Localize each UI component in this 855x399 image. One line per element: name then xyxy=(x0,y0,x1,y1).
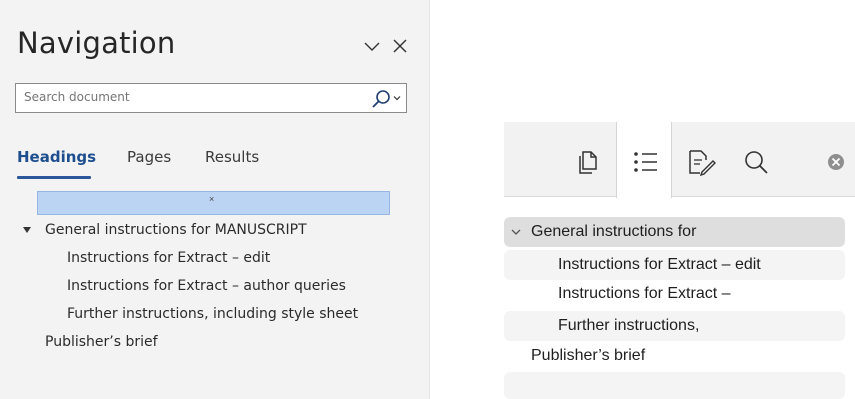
tool-close[interactable] xyxy=(804,122,855,197)
heading-label: Publisher’s brief xyxy=(45,334,158,350)
tab-headings[interactable]: Headings xyxy=(17,148,96,166)
navigation-pane: Navigation Headings Pages Results × Gene… xyxy=(0,0,430,399)
sidebar-heading-extract-queries[interactable]: Instructions for Extract – xyxy=(504,279,845,309)
tab-pages[interactable]: Pages xyxy=(127,148,171,166)
document-edit-icon xyxy=(689,150,716,176)
search-icon[interactable] xyxy=(370,88,392,110)
sidebar-heading-extract-edit[interactable]: Instructions for Extract – edit xyxy=(504,250,845,280)
heading-label: Instructions for Extract – xyxy=(558,285,731,302)
search-icon xyxy=(745,151,768,174)
sidebar-toolbar xyxy=(504,122,855,198)
navigation-title: Navigation xyxy=(17,26,176,60)
sidebar-heading-further-instructions[interactable]: Further instructions, xyxy=(504,311,845,341)
heading-label: General instructions for xyxy=(531,223,697,240)
chevron-down-icon[interactable] xyxy=(362,36,382,56)
tool-search[interactable] xyxy=(728,122,784,197)
tool-pages[interactable] xyxy=(560,122,616,197)
heading-label: General instructions for MANUSCRIPT xyxy=(45,222,307,238)
expanded-triangle-icon[interactable] xyxy=(22,225,32,235)
heading-label: Further instructions, xyxy=(558,317,700,334)
chevron-down-icon[interactable] xyxy=(510,227,522,237)
heading-label: Publisher’s brief xyxy=(531,347,646,364)
heading-item-general-instructions[interactable]: General instructions for MANUSCRIPT xyxy=(0,220,430,244)
heading-label: Further instructions, including style sh… xyxy=(67,306,359,322)
close-icon xyxy=(828,154,844,170)
close-icon[interactable] xyxy=(390,36,410,56)
tab-results[interactable]: Results xyxy=(205,148,259,166)
sidebar-heading-general-instructions[interactable]: General instructions for xyxy=(504,217,845,247)
placeholder-mark: × xyxy=(209,194,215,204)
sidebar-heading-publishers-brief[interactable]: Publisher’s brief xyxy=(504,341,845,371)
heading-label: Instructions for Extract – edit xyxy=(558,256,761,273)
dropdown-caret-icon[interactable] xyxy=(392,93,402,103)
active-tab-indicator xyxy=(17,176,91,179)
pages-icon xyxy=(579,151,597,174)
sidebar-empty-row xyxy=(504,372,845,399)
sidebar-pane: General instructions for Instructions fo… xyxy=(504,122,855,399)
tool-comments[interactable] xyxy=(672,122,728,197)
search-input[interactable] xyxy=(24,90,344,104)
heading-label: Instructions for Extract – author querie… xyxy=(67,278,346,294)
tool-headings[interactable] xyxy=(616,122,672,198)
heading-placeholder-row[interactable]: × xyxy=(37,191,390,215)
search-box xyxy=(15,83,407,113)
heading-label: Instructions for Extract – edit xyxy=(67,250,271,266)
list-icon xyxy=(634,152,657,172)
